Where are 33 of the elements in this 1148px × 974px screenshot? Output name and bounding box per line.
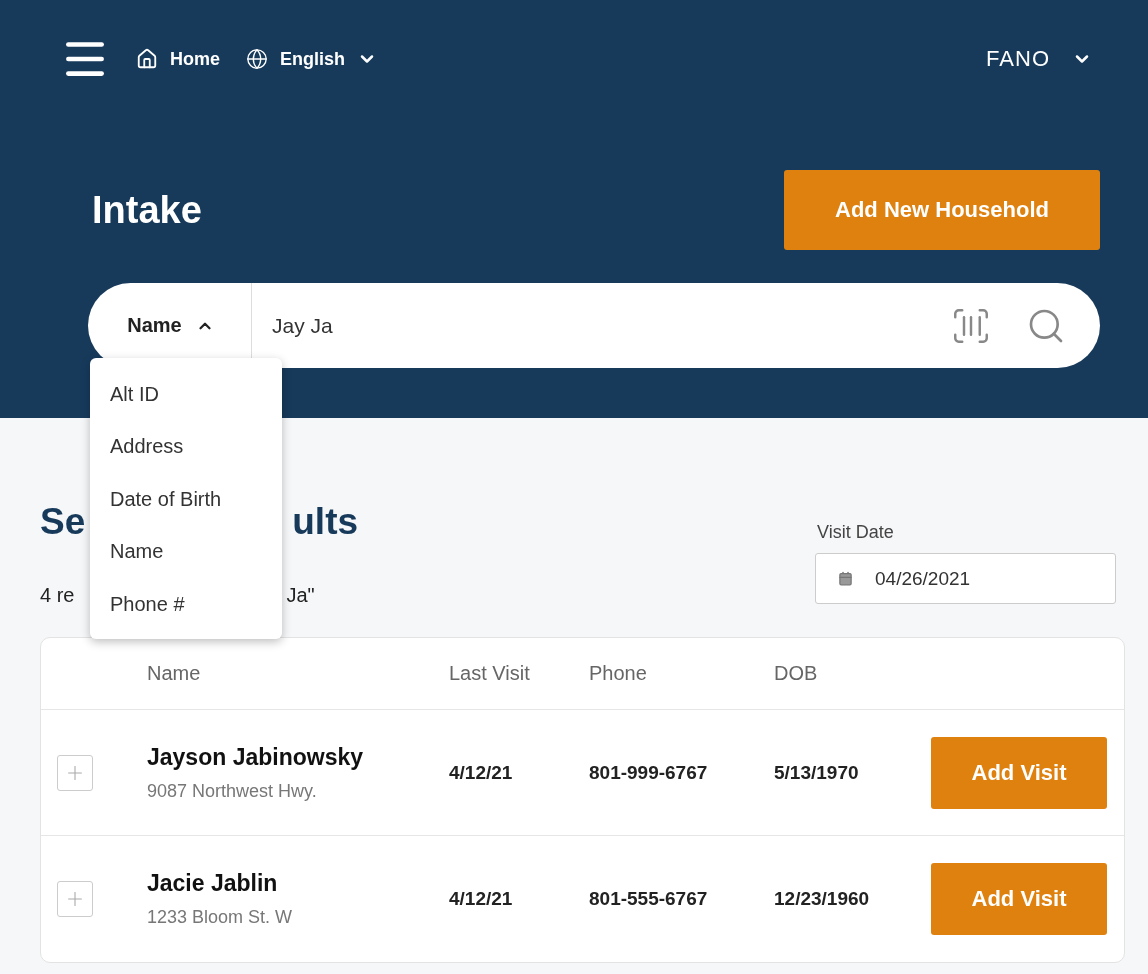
last-visit-cell-text: 4/12/21 (449, 888, 514, 910)
menu-option[interactable]: Address (90, 420, 282, 473)
household-address: 9087 Northwest Hwy. (147, 780, 318, 802)
visit-date-label: Visit Date (816, 522, 895, 543)
home-link[interactable]: Home (136, 48, 220, 70)
column-header: DOB (774, 662, 819, 685)
visit-date-field[interactable]: 04/26/2021 (815, 553, 1116, 604)
calendar-icon (838, 571, 853, 586)
results-count: Ja" (286, 584, 315, 607)
account-menu[interactable]: FANO (986, 46, 1092, 72)
menu-option[interactable]: Alt ID (90, 368, 282, 421)
results-heading: Se (40, 501, 86, 543)
menu-option[interactable]: Phone # (90, 578, 282, 631)
globe-icon (246, 48, 268, 70)
household-name: Jayson Jabinowsky (147, 743, 365, 771)
menu-option[interactable]: Date of Birth (90, 473, 282, 526)
home-icon (136, 48, 158, 70)
dob-cell-text: 12/23/1960 (774, 888, 871, 910)
household-name: Jacie Jablin (147, 870, 279, 897)
dob-cell-text: 5/13/1970 (774, 761, 860, 784)
language-selector[interactable]: English (246, 48, 378, 70)
phone-cell-text: 801-999-6767 (589, 761, 709, 784)
last-visit-cell-text: 4/12/21 (449, 761, 514, 784)
results-count: 4 re (40, 584, 75, 607)
column-header: Phone (589, 662, 648, 685)
column-header: Last Visit (449, 662, 531, 685)
household-address: 1233 Bloom St. W (147, 907, 294, 928)
page-title: Intake (92, 188, 202, 232)
menu-option[interactable]: Name (90, 525, 282, 578)
column-header: Name (147, 662, 202, 685)
phone-cell-text: 801-555-6767 (589, 888, 709, 910)
results-heading: ults (292, 501, 359, 543)
search-field[interactable]: Jay Ja (252, 312, 950, 339)
